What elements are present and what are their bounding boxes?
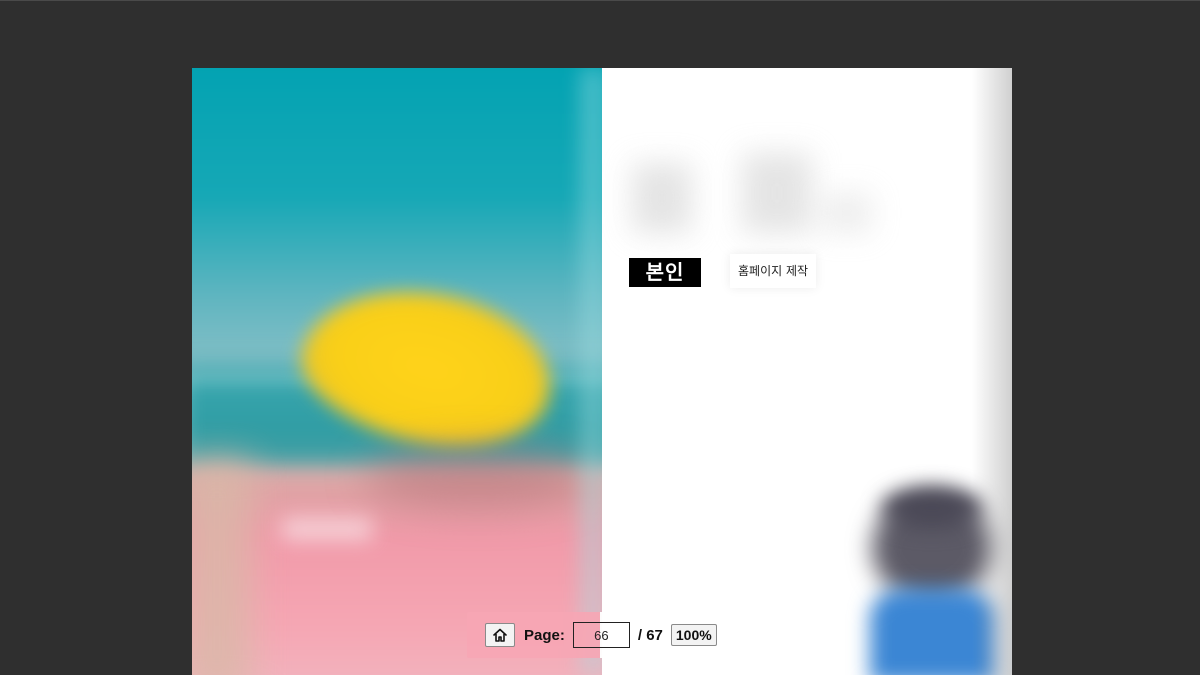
- blurred-artwork: [192, 68, 602, 675]
- blurred-heading: [632, 153, 872, 243]
- art-pink-left-tone: [192, 458, 252, 675]
- avatar-hair: [882, 488, 982, 528]
- page-label: Page:: [524, 626, 565, 644]
- home-icon: [493, 628, 507, 642]
- homepage-label: 홈페이지 제작: [730, 254, 817, 288]
- viewer-top-border: [0, 0, 1200, 1]
- art-light-strip: [282, 518, 372, 540]
- document-page[interactable]: 본인 홈페이지 제작: [192, 68, 1012, 675]
- total-pages: / 67: [637, 626, 663, 644]
- page-number-input[interactable]: [572, 622, 630, 648]
- home-button[interactable]: [485, 623, 515, 647]
- art-shadow: [362, 448, 592, 508]
- page-navigation-toolbar: Page: / 67 100%: [467, 612, 733, 658]
- page-edge-shadow: [972, 68, 1012, 675]
- art-edge-glow: [582, 68, 602, 675]
- zoom-button[interactable]: 100%: [670, 624, 717, 646]
- flipbook-viewer: 본인 홈페이지 제작 Page: / 67 100%: [0, 0, 1200, 675]
- name-badge: 본인: [629, 258, 701, 287]
